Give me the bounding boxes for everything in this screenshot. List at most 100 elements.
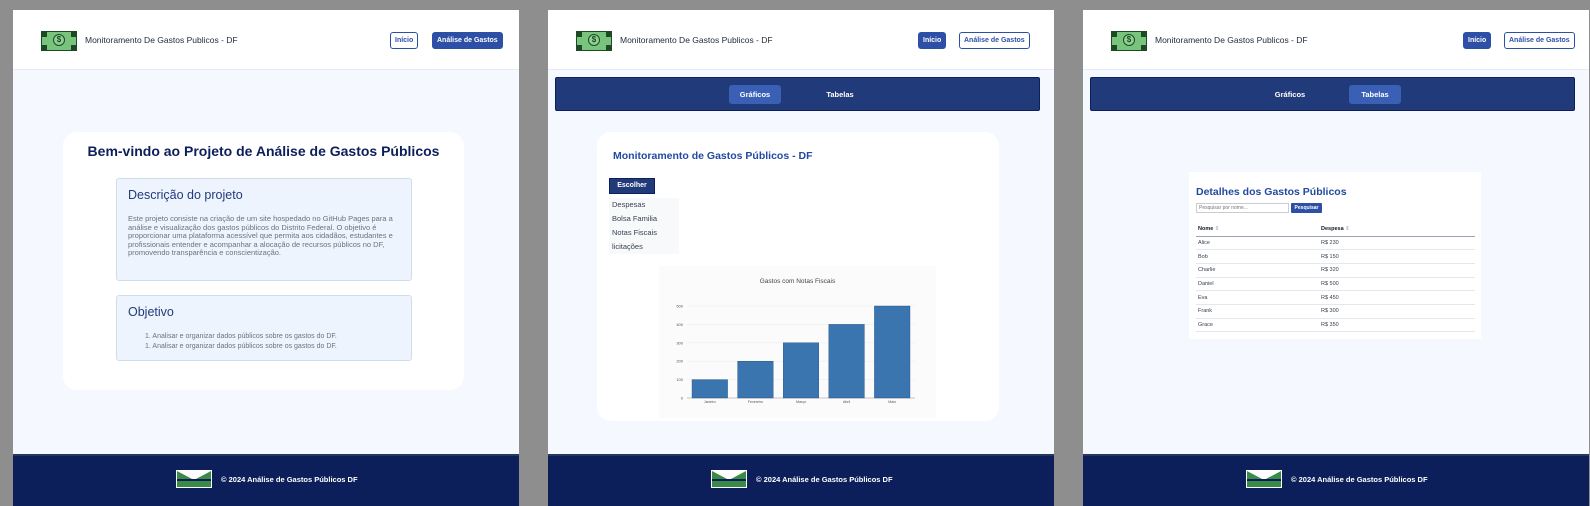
money-logo-icon: $: [41, 31, 77, 51]
expenses-table: Nome ⇕ Despesa ⇕ Alice R$ 230 Bob R$ 150 Cha…: [1196, 222, 1475, 333]
x-tick-label: Maio: [888, 400, 896, 404]
y-tick-label: 100: [676, 377, 683, 382]
dataset-dropdown: Despesas Bolsa Familia Notas Fiscais lic…: [609, 198, 679, 254]
site-footer: © 2024 Análise de Gastos Públicos DF: [1083, 454, 1589, 506]
objective-title: Objetivo: [128, 305, 174, 319]
column-header-despesa[interactable]: Despesa ⇕: [1319, 222, 1475, 237]
y-tick-label: 300: [676, 340, 683, 345]
table-row: Frank R$ 300: [1196, 304, 1475, 319]
brasilia-flag-icon: [176, 470, 212, 488]
nav-home-button[interactable]: Início: [1463, 32, 1492, 49]
tables-screen: $ Monitoramento De Gastos Publicos - DF …: [1083, 10, 1589, 506]
cell-nome: Frank: [1196, 304, 1319, 319]
tab-graficos[interactable]: Gráficos: [729, 85, 781, 104]
site-footer: © 2024 Análise de Gastos Públicos DF: [13, 454, 519, 506]
x-tick-label: Março: [796, 400, 806, 404]
table-title: Detalhes dos Gastos Públicos: [1196, 186, 1347, 198]
cell-despesa: R$ 500: [1319, 277, 1475, 292]
x-tick-label: Abril: [843, 400, 850, 404]
y-tick-label: 400: [676, 322, 683, 327]
nav-analysis-button[interactable]: Análise de Gastos: [432, 32, 503, 49]
x-tick-label: Janeiro: [704, 400, 716, 404]
site-header: $ Monitoramento De Gastos Publicos - DF …: [13, 10, 519, 70]
cell-despesa: R$ 450: [1319, 290, 1475, 305]
chart-card-title: Monitoramento de Gastos Públicos - DF: [613, 150, 813, 162]
site-header: $ Monitoramento De Gastos Publicos - DF …: [1083, 10, 1589, 70]
table-row: Grace R$ 350: [1196, 318, 1475, 333]
bar: [874, 305, 911, 399]
bar: [828, 324, 865, 399]
nav-analysis-button[interactable]: Análise de Gastos: [959, 32, 1030, 49]
table-header-row: Nome ⇕ Despesa ⇕: [1196, 222, 1475, 237]
y-tick-label: 0: [681, 396, 684, 401]
table-row: Bob R$ 150: [1196, 249, 1475, 264]
tab-tabelas[interactable]: Tabelas: [814, 85, 866, 104]
table-row: Alice R$ 230: [1196, 236, 1475, 251]
bar: [737, 360, 774, 399]
nav-home-button[interactable]: Início: [390, 32, 419, 49]
dropdown-item-bolsa-familia[interactable]: Bolsa Familia: [609, 212, 679, 226]
bar: [691, 379, 728, 399]
sort-icon[interactable]: ⇕: [1215, 226, 1220, 232]
welcome-heading: Bem-vindo ao Projeto de Análise de Gasto…: [87, 143, 440, 159]
cell-despesa: R$ 320: [1319, 263, 1475, 278]
y-tick-label: 500: [676, 304, 683, 309]
cell-nome: Eva: [1196, 290, 1319, 305]
objective-box: Objetivo 1. Analisar e organizar dados p…: [116, 295, 412, 361]
cell-nome: Charlie: [1196, 263, 1319, 278]
objective-list: 1. Analisar e organizar dados públicos s…: [145, 332, 337, 352]
cell-nome: Grace: [1196, 318, 1319, 333]
tab-tabelas[interactable]: Tabelas: [1349, 85, 1401, 104]
description-title: Descrição do projeto: [128, 188, 243, 202]
bar-chart-svg: 0 100 200 300 400 500 Janeiro Fevereiro Março Abr…: [676, 304, 915, 404]
site-header: $ Monitoramento De Gastos Publicos - DF …: [548, 10, 1054, 70]
footer-text: © 2024 Análise de Gastos Públicos DF: [221, 475, 358, 484]
money-logo-icon: $: [576, 31, 612, 51]
objective-item: 1. Analisar e organizar dados públicos s…: [145, 343, 337, 350]
description-text: Este projeto consiste na criação de um s…: [128, 214, 393, 258]
table-row: Charlie R$ 320: [1196, 263, 1475, 278]
bar: [783, 342, 819, 399]
x-tick-label: Fevereiro: [748, 400, 763, 404]
sort-icon[interactable]: ⇕: [1345, 226, 1350, 232]
brasilia-flag-icon: [711, 470, 747, 488]
analysis-tabs: Gráficos Tabelas: [555, 77, 1040, 111]
bar-chart: Gastos com Notas Fiscais 0 100 200 300 400 50…: [659, 266, 936, 418]
site-footer: © 2024 Análise de Gastos Públicos DF: [548, 454, 1054, 506]
search-input[interactable]: [1196, 203, 1289, 213]
charts-screen: $ Monitoramento De Gastos Publicos - DF …: [548, 10, 1054, 506]
cell-despesa: R$ 300: [1319, 304, 1475, 319]
description-box: Descrição do projeto Este projeto consis…: [116, 178, 412, 281]
cell-nome: Bob: [1196, 249, 1319, 264]
cell-despesa: R$ 150: [1319, 249, 1475, 264]
objective-item: 1. Analisar e organizar dados públicos s…: [145, 333, 337, 340]
column-header-nome[interactable]: Nome ⇕: [1196, 222, 1319, 237]
footer-text: © 2024 Análise de Gastos Públicos DF: [756, 475, 893, 484]
table-card: Detalhes dos Gastos Públicos Pesquisar N…: [1189, 172, 1481, 339]
table-row: Eva R$ 450: [1196, 290, 1475, 305]
chart-card: Monitoramento de Gastos Públicos - DF Es…: [597, 132, 999, 421]
cell-despesa: R$ 350: [1319, 318, 1475, 333]
brasilia-flag-icon: [1246, 470, 1282, 488]
table-row: Daniel R$ 500: [1196, 277, 1475, 292]
site-title: Monitoramento De Gastos Publicos - DF: [85, 35, 238, 45]
home-screen: $ Monitoramento De Gastos Publicos - DF …: [13, 10, 519, 506]
dropdown-item-despesas[interactable]: Despesas: [609, 198, 679, 212]
site-title: Monitoramento De Gastos Publicos - DF: [620, 35, 773, 45]
search-button[interactable]: Pesquisar: [1291, 203, 1322, 213]
nav-home-button[interactable]: Início: [918, 32, 947, 49]
y-tick-label: 200: [676, 359, 683, 364]
dropdown-item-notas-fiscais[interactable]: Notas Fiscais: [609, 226, 679, 240]
cell-nome: Alice: [1196, 236, 1319, 251]
welcome-card: Bem-vindo ao Projeto de Análise de Gasto…: [63, 132, 464, 390]
money-logo-icon: $: [1111, 31, 1147, 51]
choose-button[interactable]: Escolher: [609, 178, 655, 194]
nav-analysis-button[interactable]: Análise de Gastos: [1504, 32, 1575, 49]
cell-nome: Daniel: [1196, 277, 1319, 292]
tab-graficos[interactable]: Gráficos: [1264, 85, 1316, 104]
dropdown-item-licitacoes[interactable]: licitações: [609, 240, 679, 254]
site-title: Monitoramento De Gastos Publicos - DF: [1155, 35, 1308, 45]
footer-text: © 2024 Análise de Gastos Públicos DF: [1291, 475, 1428, 484]
cell-despesa: R$ 230: [1319, 236, 1475, 251]
analysis-tabs: Gráficos Tabelas: [1090, 77, 1575, 111]
